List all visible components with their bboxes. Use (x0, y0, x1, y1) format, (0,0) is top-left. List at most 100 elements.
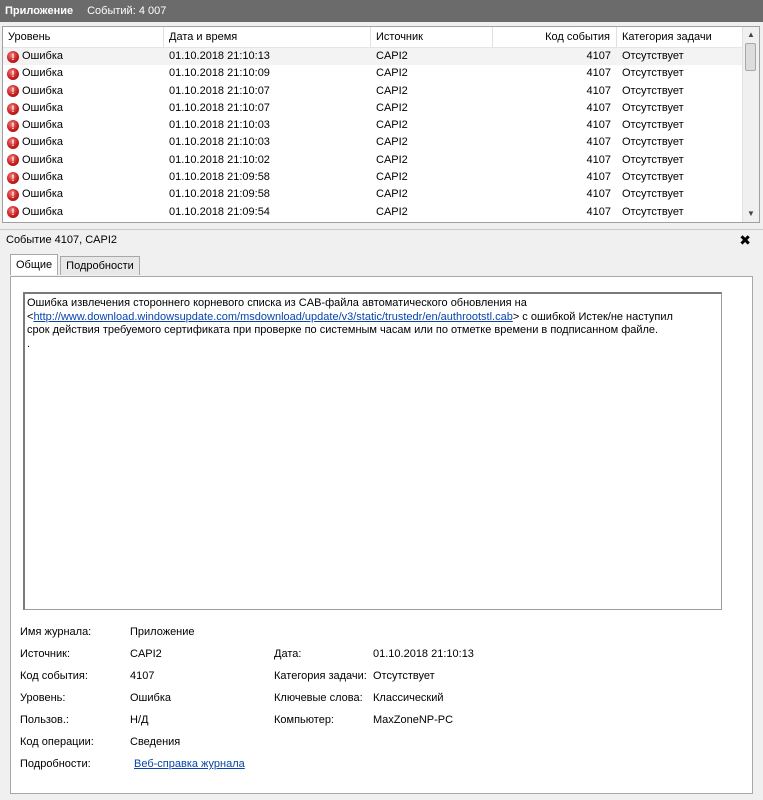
event-category-cell: Отсутствует (622, 50, 684, 62)
authroot-cab-link[interactable]: http://www.download.windowsupdate.com/ms… (33, 311, 512, 323)
event-source-cell: CAPI2 (376, 84, 408, 97)
column-header-category[interactable]: Категория задачи (617, 27, 743, 47)
event-level-cell: ! Ошибка (3, 117, 164, 134)
message-line-1: Ошибка извлечения стороннего корневого с… (27, 297, 527, 309)
event-id-cell: 4107 (586, 84, 611, 97)
event-category-cell: Отсутствует (622, 153, 684, 166)
column-header-level[interactable]: Уровень (3, 27, 164, 47)
event-level-text: Ошибка (22, 205, 63, 218)
keywords-label: Ключевые слова: (274, 692, 363, 704)
event-category-cell: Отсутствует (622, 136, 684, 149)
error-icon: ! (7, 119, 19, 132)
event-level-cell: ! Ошибка (3, 83, 164, 100)
event-level-cell: ! Ошибка (3, 186, 164, 203)
event-date-cell: 01.10.2018 21:10:09 (169, 67, 270, 80)
scroll-thumb[interactable] (745, 43, 756, 71)
event-source-cell: CAPI2 (376, 205, 408, 218)
event-detail-title: Событие 4107, CAPI2 (6, 233, 117, 246)
log-title-bar: Приложение Событий: 4 007 (0, 0, 763, 22)
tab-general[interactable]: Общие (10, 254, 59, 275)
event-level-text: Ошибка (22, 119, 63, 132)
log-name: Приложение (5, 5, 74, 17)
event-id-cell: 4107 (586, 188, 611, 201)
scroll-up-icon[interactable]: ▲ (743, 27, 759, 43)
event-source-cell: CAPI2 (376, 101, 408, 114)
computer-label: Компьютер: (274, 714, 334, 726)
grid-rows: ! Ошибка 01.10.2018 21:10:13 CAPI2 4107 Отсут… (3, 48, 743, 221)
column-header-date[interactable]: Дата и время (164, 27, 371, 47)
event-source-cell: CAPI2 (376, 171, 408, 184)
log-name-label: Имя журнала: (20, 626, 92, 638)
level-value: Ошибка (130, 692, 171, 704)
event-date-cell: 01.10.2018 21:10:07 (169, 101, 270, 114)
date-label: Дата: (274, 648, 302, 660)
detail-tabs: Общие Подробности (10, 254, 142, 276)
event-level-text: Ошибка (22, 153, 63, 166)
close-icon[interactable]: ✖ (739, 231, 751, 249)
event-id-cell: 4107 (586, 205, 611, 218)
error-icon: ! (7, 85, 19, 98)
event-category-cell: Отсутствует (622, 171, 684, 184)
date-value: 01.10.2018 21:10:13 (373, 648, 474, 660)
event-level-text: Ошибка (22, 84, 63, 97)
source-value: CAPI2 (130, 648, 162, 660)
event-level-cell: ! Ошибка (3, 204, 164, 221)
event-level-text: Ошибка (22, 188, 63, 201)
error-icon: ! (7, 206, 19, 219)
event-row[interactable]: ! Ошибка 01.10.2018 21:09:58 CAPI2 4107 Отсут… (3, 186, 743, 203)
event-id-cell: 4107 (586, 50, 611, 62)
event-row[interactable]: ! Ошибка 01.10.2018 21:10:09 CAPI2 4107 Отсут… (3, 65, 743, 82)
event-category-cell: Отсутствует (622, 67, 684, 80)
event-row[interactable]: ! Ошибка 01.10.2018 21:09:58 CAPI2 4107 Отсут… (3, 169, 743, 186)
event-category-cell: Отсутствует (622, 205, 684, 218)
event-row[interactable]: ! Ошибка 01.10.2018 21:10:02 CAPI2 4107 Отсут… (3, 152, 743, 169)
event-row[interactable]: ! Ошибка 01.10.2018 21:10:13 CAPI2 4107 Отсут… (3, 48, 743, 66)
event-id-cell: 4107 (586, 171, 611, 184)
event-row[interactable]: ! Ошибка 01.10.2018 21:09:54 CAPI2 4107 Отсут… (3, 204, 743, 221)
event-source-cell: CAPI2 (376, 153, 408, 166)
error-icon: ! (7, 137, 19, 150)
tab-details[interactable]: Подробности (60, 256, 140, 275)
event-date-cell: 01.10.2018 21:09:58 (169, 188, 270, 201)
event-level-cell: ! Ошибка (3, 152, 164, 169)
event-row[interactable]: ! Ошибка 01.10.2018 21:10:03 CAPI2 4107 Отсут… (3, 134, 743, 151)
event-category-cell: Отсутствует (622, 119, 684, 132)
event-date-cell: 01.10.2018 21:10:07 (169, 84, 270, 97)
event-detail-header: Событие 4107, CAPI2 ✖ (0, 229, 763, 249)
grid-header: Уровень Дата и время Источник Код событи… (3, 27, 743, 48)
column-header-event-id[interactable]: Код события (493, 27, 617, 47)
event-row[interactable]: ! Ошибка 01.10.2018 21:10:07 CAPI2 4107 Отсут… (3, 83, 743, 100)
event-level-text: Ошибка (22, 67, 63, 80)
event-level-cell: ! Ошибка (3, 65, 164, 82)
event-source-cell: CAPI2 (376, 136, 408, 149)
error-icon: ! (7, 189, 19, 202)
event-date-cell: 01.10.2018 21:09:54 (169, 205, 270, 218)
event-message-box[interactable]: Ошибка извлечения стороннего корневого с… (23, 292, 722, 610)
events-grid[interactable]: Уровень Дата и время Источник Код событи… (2, 26, 760, 223)
event-id-cell: 4107 (586, 153, 611, 166)
task-category-value: Отсутствует (373, 670, 435, 682)
scroll-down-icon[interactable]: ▼ (743, 206, 759, 222)
column-header-source[interactable]: Источник (371, 27, 493, 47)
event-row[interactable]: ! Ошибка 01.10.2018 21:10:07 CAPI2 4107 Отсут… (3, 100, 743, 117)
event-level-cell: ! Ошибка (3, 169, 164, 186)
message-line-3: срок действия требуемого сертификата при… (27, 324, 659, 336)
event-level-cell: ! Ошибка (3, 100, 164, 117)
event-row[interactable]: ! Ошибка 01.10.2018 21:10:03 CAPI2 4107 Отсут… (3, 117, 743, 134)
general-tab-panel: Ошибка извлечения стороннего корневого с… (10, 276, 753, 794)
error-icon: ! (7, 102, 19, 115)
event-id-cell: 4107 (586, 101, 611, 114)
error-icon: ! (7, 171, 19, 184)
event-category-cell: Отсутствует (622, 188, 684, 201)
event-id-cell: 4107 (586, 67, 611, 80)
event-id-value: 4107 (130, 670, 155, 682)
level-label: Уровень: (20, 692, 66, 704)
event-id-label: Код события: (20, 670, 88, 682)
event-level-cell: ! Ошибка (3, 134, 164, 151)
details-label: Подробности: (20, 758, 91, 770)
event-category-cell: Отсутствует (622, 84, 684, 97)
grid-scrollbar[interactable]: ▲ ▼ (742, 27, 759, 222)
event-date-cell: 01.10.2018 21:10:03 (169, 119, 270, 132)
event-date-cell: 01.10.2018 21:10:03 (169, 136, 270, 149)
web-help-link[interactable]: Веб-справка журнала (134, 758, 245, 770)
